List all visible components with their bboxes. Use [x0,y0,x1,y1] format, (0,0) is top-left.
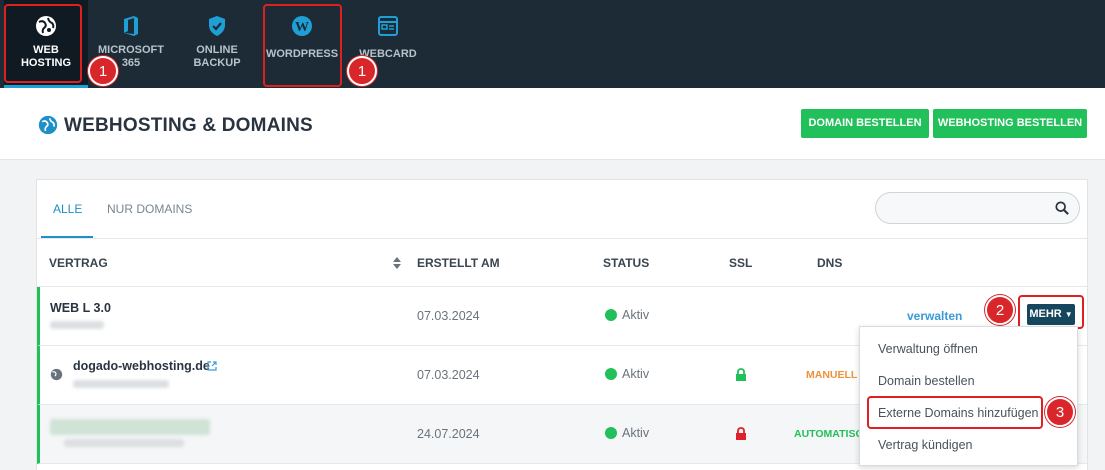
domain-name[interactable]: dogado-webhosting.de [73,359,210,373]
status-label: Aktiv [622,308,650,322]
highlight-box [263,4,342,87]
highlight-box [867,396,1043,429]
status-label: Aktiv [622,426,650,440]
dns-mode: AUTOMATISC [794,428,864,440]
redacted-text [50,419,210,435]
external-link-icon[interactable] [207,361,217,371]
column-status: STATUS [603,256,650,270]
tab-domains-only[interactable]: NUR DOMAINS [107,180,192,238]
shield-icon [209,16,225,36]
menu-item-open-management[interactable]: Verwaltung öffnen [878,342,978,356]
status: Aktiv [605,426,649,440]
globe-icon [50,368,63,381]
status-dot [605,368,617,380]
webcard-icon [378,16,398,36]
contract-name: WEB L 3.0 [50,301,111,315]
more-dropdown-button[interactable]: MEHR ▼ [1027,304,1075,325]
order-webhosting-button[interactable]: WEBHOSTING BESTELLEN [933,109,1087,138]
nav-label: ONLINE [196,44,238,56]
column-dns: DNS [817,256,843,270]
nav-label: BACKUP [193,57,241,69]
table-header: VERTRAG ERSTELLT AM STATUS SSL DNS [37,238,1087,287]
office-icon [124,16,138,36]
created-date: 07.03.2024 [417,368,480,382]
menu-item-cancel-contract[interactable]: Vertrag kündigen [878,438,973,452]
page-title: WEBHOSTING & DOMAINS [64,115,313,136]
dns-mode: MANUELL [806,369,858,381]
lock-icon [736,368,746,381]
column-erstellt: ERSTELLT AM [417,256,500,270]
menu-item-order-domain[interactable]: Domain bestellen [878,374,975,388]
status-label: Aktiv [622,367,650,381]
redacted-text [73,380,169,388]
top-navigation: WEB HOSTING MICROSOFT 365 ONLINE BACKUP … [0,0,1105,88]
tab-all[interactable]: ALLE [41,180,93,238]
column-vertrag[interactable]: VERTRAG [49,256,108,270]
created-date: 07.03.2024 [417,309,480,323]
created-date: 24.07.2024 [417,427,480,441]
highlight-box [4,4,82,83]
chevron-down-icon: ▼ [1064,310,1073,319]
redacted-text [64,439,184,447]
annotation-badge: 1 [88,56,118,86]
status-dot [605,427,617,439]
search-icon [1055,201,1069,215]
search-input[interactable] [875,192,1080,224]
status-dot [605,309,617,321]
annotation-badge: 1 [347,56,377,86]
order-domain-button[interactable]: DOMAIN BESTELLEN [801,109,929,138]
annotation-badge: 3 [1045,397,1075,427]
annotation-badge: 2 [985,295,1015,325]
globe-icon [38,115,58,135]
status: Aktiv [605,308,649,322]
status: Aktiv [605,367,649,381]
more-label: MEHR [1029,308,1062,320]
manage-link[interactable]: verwalten [907,309,962,323]
nav-item-online-backup[interactable]: ONLINE BACKUP [176,0,258,88]
sort-icon[interactable] [393,257,401,269]
page-header: WEBHOSTING & DOMAINS DOMAIN BESTELLEN WE… [0,88,1105,160]
redacted-text [50,321,104,329]
column-ssl: SSL [729,256,753,270]
lock-icon [736,427,746,440]
